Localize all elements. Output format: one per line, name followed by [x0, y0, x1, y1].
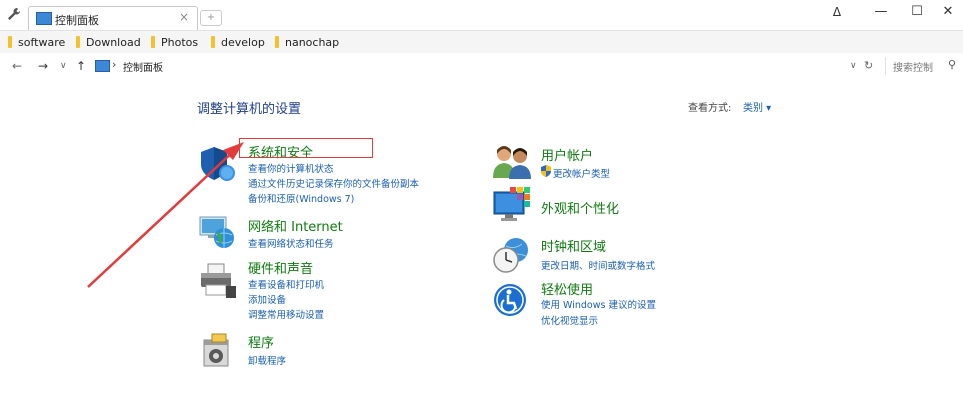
- recent-locations-button[interactable]: ∨: [60, 61, 67, 71]
- bookmark-label: Photos: [161, 35, 199, 49]
- link-devices-printers[interactable]: 查看设备和打印机: [248, 277, 324, 291]
- link-change-date-time[interactable]: 更改日期、时间或数字格式: [541, 258, 655, 272]
- back-button[interactable]: ←: [12, 59, 22, 73]
- maximize-button[interactable]: ☐: [902, 2, 932, 26]
- view-by-label: 查看方式:: [688, 103, 732, 114]
- close-button[interactable]: ✕: [933, 2, 963, 26]
- minimize-button[interactable]: —: [866, 2, 896, 26]
- link-uninstall-program[interactable]: 卸载程序: [248, 353, 286, 367]
- bookmark-label: nanochap: [285, 35, 340, 49]
- annotation-highlight-box: [239, 138, 373, 158]
- category-appearance[interactable]: 外观和个性化: [541, 198, 619, 217]
- category-clock-region[interactable]: 时钟和区域: [541, 236, 606, 255]
- forward-button[interactable]: →: [38, 59, 48, 73]
- shield-icon: [201, 147, 235, 181]
- folder-icon: [8, 36, 12, 48]
- folder-icon: [211, 36, 215, 48]
- breadcrumb-separator: ›: [112, 58, 117, 71]
- title-bar: 控制面板 × + Δ — ☐ ✕: [0, 0, 963, 31]
- breadcrumb-control-panel[interactable]: 控制面板: [123, 59, 163, 74]
- new-tab-button[interactable]: +: [200, 10, 222, 26]
- link-windows-recommended-settings[interactable]: 使用 Windows 建议的设置: [541, 297, 656, 311]
- address-bar: ← → ∨ ↑ › 控制面板 ∨ ↻ 搜索控制 ⚲: [0, 53, 963, 80]
- network-globe-icon: [199, 216, 234, 248]
- view-by-dropdown[interactable]: 类别 ▾: [743, 99, 771, 114]
- link-file-history[interactable]: 通过文件历史记录保存你的文件备份副本: [248, 176, 419, 190]
- bookmarks-bar: software Download Photos develop nanocha…: [0, 30, 963, 54]
- tab-close-icon[interactable]: ×: [179, 10, 189, 24]
- category-user-accounts[interactable]: 用户帐户: [541, 145, 593, 164]
- control-panel-icon: [95, 60, 110, 72]
- bookmark-label: develop: [221, 35, 265, 49]
- uac-shield-icon: [541, 165, 551, 177]
- search-placeholder: 搜索控制: [893, 63, 933, 74]
- user-icon[interactable]: Δ: [822, 2, 852, 26]
- control-panel-icon: [36, 12, 52, 25]
- category-programs[interactable]: 程序: [248, 332, 274, 351]
- up-button[interactable]: ↑: [76, 59, 86, 73]
- user-accounts-icon: [493, 146, 531, 179]
- bookmark-photos[interactable]: Photos: [151, 35, 198, 49]
- link-add-device[interactable]: 添加设备: [248, 292, 286, 306]
- bookmark-label: software: [18, 35, 66, 49]
- folder-icon: [151, 36, 155, 48]
- folder-icon: [275, 36, 279, 48]
- bookmark-nanochap[interactable]: nanochap: [275, 35, 339, 49]
- link-mobility-settings[interactable]: 调整常用移动设置: [248, 307, 324, 321]
- refresh-button[interactable]: ↻: [864, 59, 873, 72]
- wrench-icon[interactable]: [6, 6, 22, 22]
- page-title: 调整计算机的设置: [197, 102, 302, 117]
- bookmark-software[interactable]: software: [8, 35, 65, 49]
- category-ease-of-access[interactable]: 轻松使用: [541, 279, 593, 298]
- link-network-status[interactable]: 查看网络状态和任务: [248, 236, 334, 250]
- ease-of-access-icon: [494, 284, 526, 316]
- link-view-computer-status[interactable]: 查看你的计算机状态: [248, 161, 334, 175]
- category-network-internet[interactable]: 网络和 Internet: [248, 216, 343, 235]
- appearance-icon: [493, 187, 530, 221]
- link-change-account-type[interactable]: 更改帐户类型: [553, 166, 610, 180]
- link-optimize-display[interactable]: 优化视觉显示: [541, 313, 598, 327]
- tab-control-panel[interactable]: 控制面板 ×: [28, 6, 198, 31]
- address-dropdown-button[interactable]: ∨: [850, 61, 857, 71]
- clock-region-icon: [493, 238, 528, 273]
- printer-icon: [201, 263, 236, 298]
- category-hardware-sound[interactable]: 硬件和声音: [248, 258, 313, 277]
- link-backup-restore[interactable]: 备份和还原(Windows 7): [248, 191, 354, 205]
- search-input[interactable]: 搜索控制 ⚲: [885, 57, 958, 75]
- tab-title: 控制面板: [55, 14, 99, 27]
- programs-icon: [203, 333, 229, 367]
- bookmark-develop[interactable]: develop: [211, 35, 265, 49]
- search-icon[interactable]: ⚲: [948, 58, 956, 71]
- bookmark-download[interactable]: Download: [76, 35, 141, 49]
- bookmark-label: Download: [86, 35, 141, 49]
- folder-icon: [76, 36, 80, 48]
